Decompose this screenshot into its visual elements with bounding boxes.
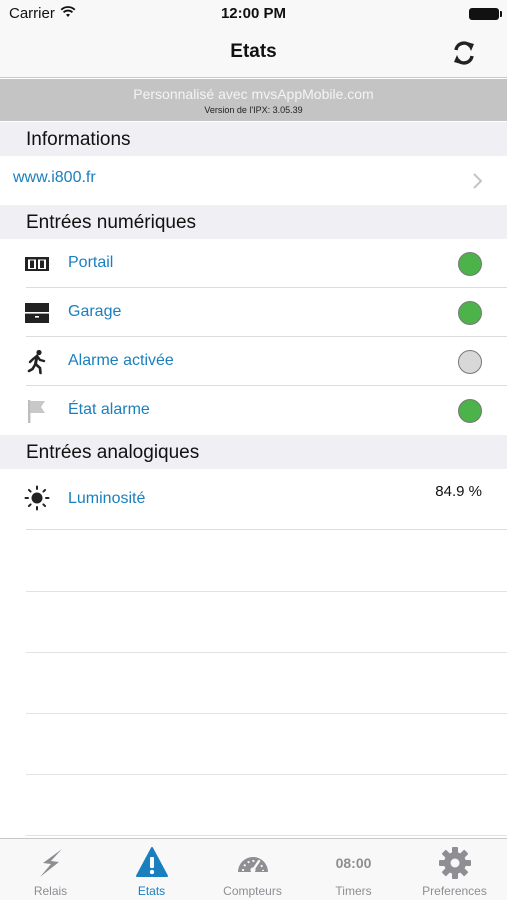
digital-input-row[interactable]: Portail (0, 239, 507, 288)
clock: 12:00 PM (220, 5, 287, 22)
section-header-digital: Entrées numériques (0, 205, 507, 239)
clock-text-icon: 08:00 (335, 855, 372, 871)
promo-text: Personnalisé avec mvsAppMobile.com (133, 86, 374, 102)
tab-compteurs[interactable]: Compteurs (202, 839, 303, 900)
website-link[interactable]: www.i800.fr (13, 169, 96, 187)
status-indicator-on (458, 301, 482, 325)
gear-icon (438, 847, 471, 879)
row-divider (26, 835, 507, 836)
lightning-icon (39, 849, 62, 877)
status-bar: Carrier 12:00 PM (0, 0, 507, 28)
input-label: Garage (68, 303, 122, 320)
section-title: Informations (26, 129, 131, 150)
input-label: Portail (68, 254, 114, 271)
promo-banner: Personnalisé avec mvsAppMobile.com Versi… (0, 79, 507, 121)
tab-label: Relais (33, 884, 68, 898)
input-label: Alarme activée (68, 352, 174, 369)
tab-bar: Relais Etats Compteurs 08:00 Timers Pref… (0, 838, 507, 900)
digital-input-row[interactable]: État alarme (0, 386, 507, 435)
digital-input-row[interactable]: Garage (0, 288, 507, 337)
tab-preferences[interactable]: Preferences (404, 839, 505, 900)
analog-input-row[interactable]: Luminosité 84.9 % (0, 469, 507, 530)
sun-icon (24, 485, 50, 511)
gate-icon (25, 257, 49, 271)
row-divider (26, 529, 507, 530)
row-divider (26, 652, 507, 653)
analog-value: 84.9 % (435, 483, 482, 500)
input-label: Luminosité (68, 490, 146, 507)
section-header-analog: Entrées analogiques (0, 435, 507, 469)
section-title: Entrées numériques (26, 212, 197, 233)
status-indicator-on (458, 399, 482, 423)
info-link-row[interactable]: www.i800.fr (0, 156, 507, 205)
section-title: Entrées analogiques (26, 442, 200, 463)
row-divider (26, 713, 507, 714)
tab-etats[interactable]: Etats (101, 839, 202, 900)
tab-label: Etats (137, 884, 166, 898)
chevron-right-icon (473, 173, 483, 189)
status-indicator-off (458, 350, 482, 374)
row-divider (26, 774, 507, 775)
gauge-icon (237, 857, 268, 873)
version-text: Version de l'IPX: 3.05.39 (204, 105, 303, 115)
page-title: Etats (230, 41, 277, 62)
tab-timers[interactable]: 08:00 Timers (303, 839, 404, 900)
status-indicator-on (458, 252, 482, 276)
navigation-bar: Etats (0, 28, 507, 78)
digital-input-row[interactable]: Alarme activée (0, 337, 507, 386)
alert-icon (135, 847, 168, 877)
flag-icon (28, 400, 45, 423)
section-header-informations: Informations (0, 122, 507, 156)
tab-label: Compteurs (223, 884, 282, 898)
sync-icon[interactable] (449, 38, 479, 68)
battery-icon (469, 8, 502, 20)
garage-icon (25, 303, 49, 323)
tab-relais[interactable]: Relais (0, 839, 101, 900)
row-divider (26, 591, 507, 592)
input-label: État alarme (68, 401, 150, 418)
tab-label: Preferences (422, 884, 487, 898)
running-person-icon (27, 349, 46, 375)
tab-label: Timers (335, 884, 372, 898)
